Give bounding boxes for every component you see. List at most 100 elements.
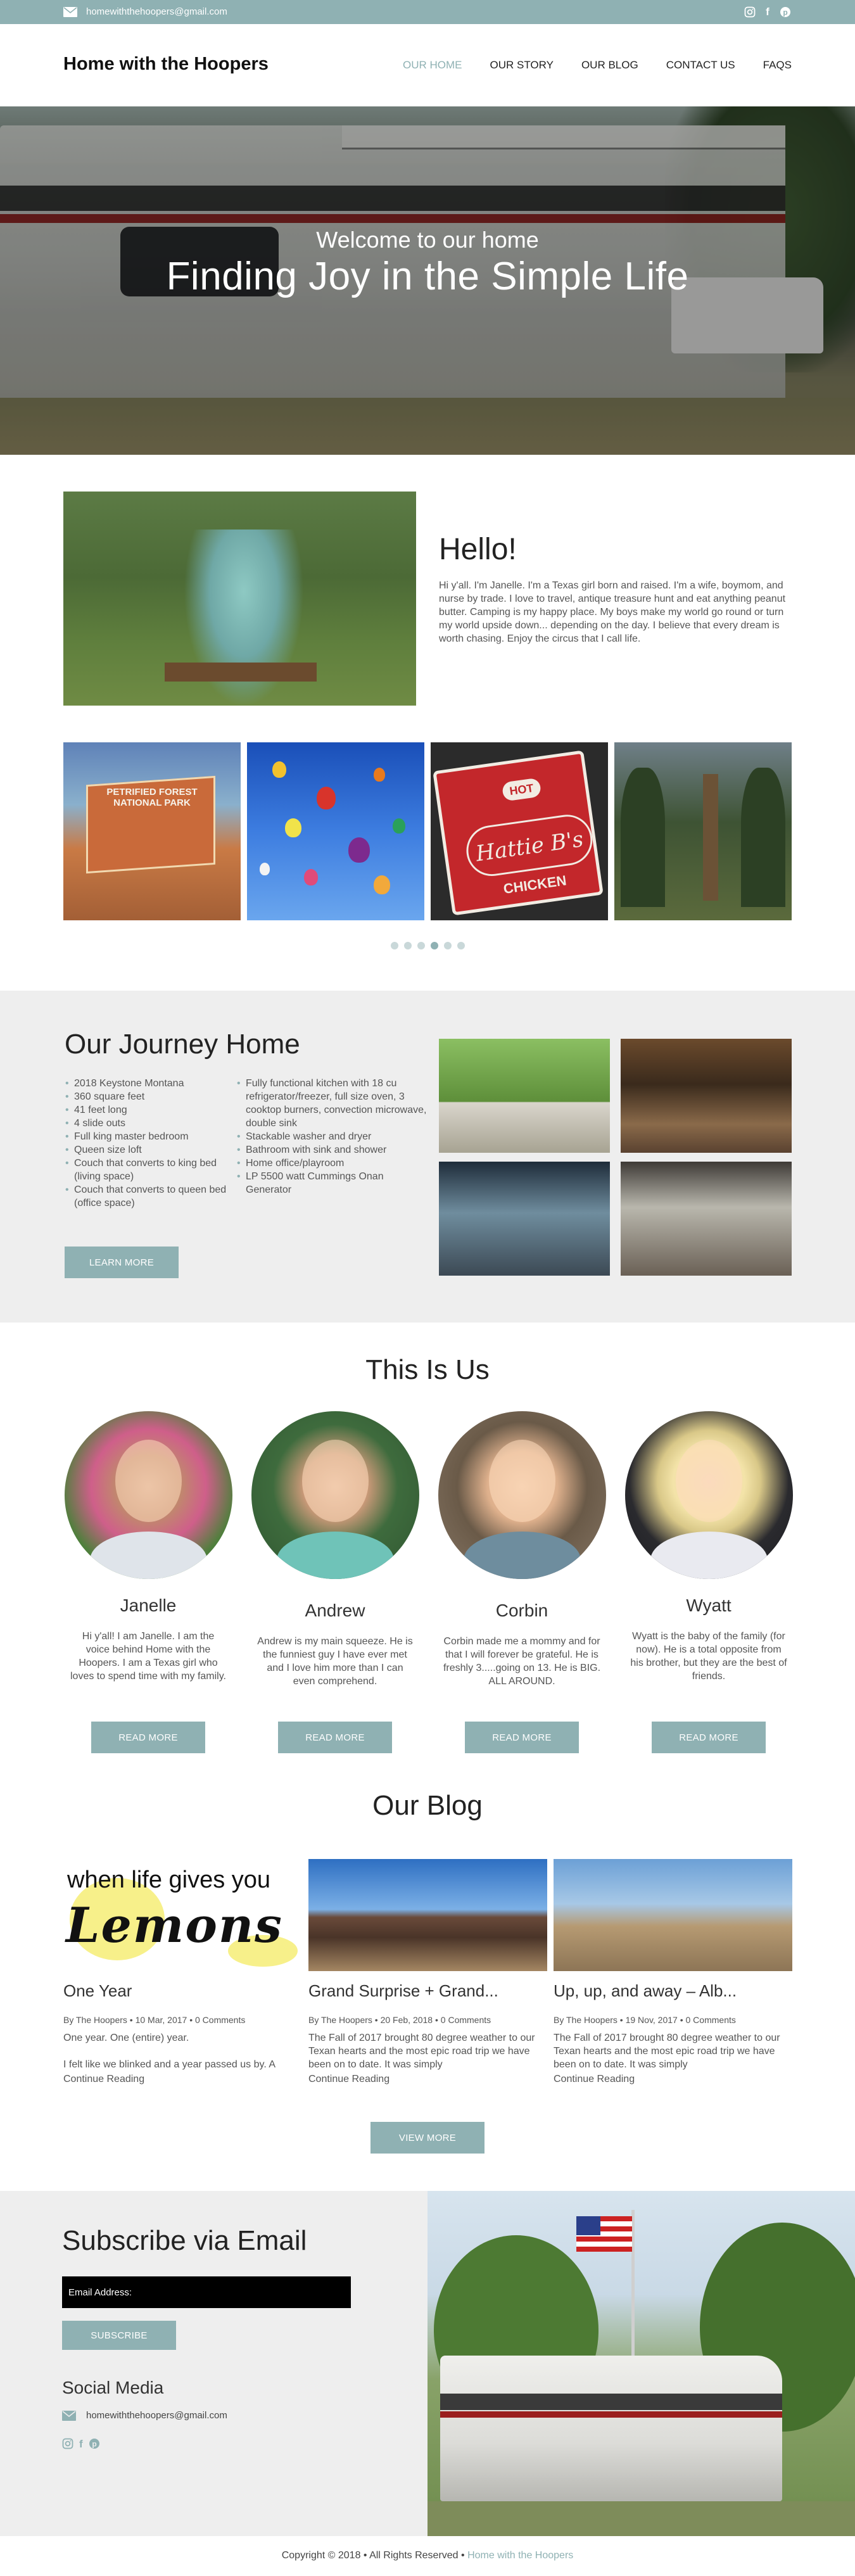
- list-item: Full king master bedroom: [65, 1130, 230, 1143]
- member-card-janelle: Janelle Hi y'all! I am Janelle. I am the…: [63, 1411, 234, 1753]
- hero-subtitle: Welcome to our home: [316, 227, 539, 253]
- rv-exterior-photo[interactable]: [439, 1039, 610, 1153]
- facebook-icon[interactable]: f: [79, 2438, 83, 2452]
- nav-our-story[interactable]: OUR STORY: [490, 59, 554, 72]
- carousel-dot[interactable]: [457, 942, 465, 949]
- top-social: f p: [744, 6, 792, 18]
- family-photo: [63, 492, 416, 706]
- member-bio: Wyatt is the baby of the family (for now…: [630, 1631, 787, 1682]
- member-name: Andrew: [305, 1601, 365, 1620]
- blog-post-meta: By The Hoopers • 10 Mar, 2017 • 0 Commen…: [63, 2015, 246, 2025]
- this-is-us-title: This Is Us: [365, 1354, 490, 1385]
- balloon: [374, 768, 385, 782]
- sign-name-text: Hattie B's: [463, 811, 596, 880]
- carousel-slide-hattie-bs[interactable]: HOT Hattie B's CHICKEN: [431, 742, 608, 920]
- balloon: [317, 787, 336, 809]
- blog-thumb-balloon-fiesta[interactable]: [554, 1859, 792, 1971]
- blog-post-excerpt: The Fall of 2017 brought 80 degree weath…: [308, 2033, 535, 2070]
- sign-hot-text: HOT: [501, 777, 542, 802]
- photo-carousel[interactable]: PETRIFIED FOREST NATIONAL PARK HOT Hatti…: [63, 742, 792, 920]
- footer-copyright: Copyright © 2018 • All Rights Reserved •: [281, 2550, 468, 2561]
- continue-reading-link[interactable]: Continue Reading: [63, 2074, 302, 2085]
- nav-contact-us[interactable]: CONTACT US: [666, 59, 735, 72]
- balloon: [260, 863, 270, 875]
- rv-trailer: [440, 2356, 782, 2501]
- carousel-dot[interactable]: [390, 942, 398, 949]
- blog-post-title[interactable]: One Year: [63, 1981, 302, 2001]
- hello-title: Hello!: [439, 533, 517, 566]
- carousel-slide-forest-tower[interactable]: [614, 742, 792, 920]
- rv-living-room-photo[interactable]: [439, 1162, 610, 1276]
- read-more-button-janelle[interactable]: READ MORE: [91, 1722, 205, 1753]
- learn-more-button[interactable]: LEARN MORE: [65, 1247, 179, 1278]
- blog-post-meta: By The Hoopers • 20 Feb, 2018 • 0 Commen…: [308, 2015, 491, 2025]
- rv-interior-photo[interactable]: [621, 1162, 792, 1276]
- social-icons: f p: [62, 2438, 100, 2452]
- journey-features-list-1: 2018 Keystone Montana 360 square feet 41…: [65, 1077, 230, 1210]
- view-more-button[interactable]: VIEW MORE: [370, 2122, 484, 2154]
- pine-tree: [621, 768, 665, 907]
- shirt: [650, 1532, 768, 1579]
- blog-thumb-mountain[interactable]: [308, 1859, 547, 1971]
- carousel-dot[interactable]: [403, 942, 412, 949]
- read-more-button-wyatt[interactable]: READ MORE: [652, 1722, 766, 1753]
- list-item: Couch that converts to queen bed (office…: [65, 1183, 230, 1210]
- member-bio: Andrew is my main squeeze. He is the fun…: [257, 1636, 413, 1687]
- balloon: [285, 818, 301, 837]
- member-name: Corbin: [495, 1601, 548, 1620]
- continue-reading-link[interactable]: Continue Reading: [554, 2074, 792, 2085]
- site-brand[interactable]: Home with the Hoopers: [63, 54, 269, 75]
- instagram-icon[interactable]: [62, 2438, 73, 2452]
- list-item: 41 feet long: [65, 1103, 230, 1117]
- list-item: 360 square feet: [65, 1090, 230, 1103]
- hattie-bs-sign: HOT Hattie B's CHICKEN: [433, 750, 604, 916]
- member-name: Janelle: [120, 1596, 177, 1615]
- main-nav: OUR HOME OUR STORY OUR BLOG CONTACT US F…: [403, 59, 792, 72]
- blog-post-excerpt: The Fall of 2017 brought 80 degree weath…: [554, 2033, 780, 2070]
- continue-reading-link[interactable]: Continue Reading: [308, 2074, 547, 2085]
- carousel-dot[interactable]: [443, 942, 452, 949]
- member-name: Wyatt: [686, 1596, 732, 1615]
- carousel-slide-balloons[interactable]: [247, 742, 424, 920]
- email-input[interactable]: [62, 2276, 351, 2308]
- top-email[interactable]: homewiththehoopers@gmail.com: [63, 6, 227, 17]
- rv-kitchen-photo[interactable]: [621, 1039, 792, 1153]
- carousel-dot-active[interactable]: [430, 942, 438, 949]
- face: [115, 1440, 182, 1522]
- footer-home-link[interactable]: Home with the Hoopers: [467, 2550, 573, 2561]
- lookout-tower: [703, 774, 718, 901]
- member-bio: Corbin made me a mommy and for that I wi…: [443, 1636, 601, 1687]
- pinterest-icon[interactable]: p: [89, 2438, 100, 2452]
- shirt: [89, 1532, 207, 1579]
- blog-post-title[interactable]: Grand Surprise + Grand...: [308, 1981, 547, 2001]
- nav-our-blog[interactable]: OUR BLOG: [581, 59, 638, 72]
- carousel-slide-petrified-forest[interactable]: PETRIFIED FOREST NATIONAL PARK: [63, 742, 241, 920]
- top-email-text: homewiththehoopers@gmail.com: [86, 6, 227, 17]
- contact-email[interactable]: homewiththehoopers@gmail.com: [62, 2410, 227, 2421]
- facebook-icon[interactable]: f: [761, 6, 774, 18]
- nav-faqs[interactable]: FAQS: [763, 59, 792, 72]
- read-more-button-andrew[interactable]: READ MORE: [278, 1722, 392, 1753]
- subscribe-section: Subscribe via Email SUBSCRIBE Social Med…: [0, 2191, 428, 2536]
- balloon: [374, 875, 390, 894]
- ground: [428, 2501, 855, 2536]
- nav-our-home[interactable]: OUR HOME: [403, 59, 462, 72]
- list-item: 2018 Keystone Montana: [65, 1077, 230, 1090]
- svg-text:p: p: [783, 8, 787, 17]
- svg-text:p: p: [92, 2440, 96, 2449]
- instagram-icon[interactable]: [744, 6, 756, 18]
- blog-post-title[interactable]: Up, up, and away – Alb...: [554, 1981, 792, 2001]
- balloon: [348, 837, 370, 863]
- read-more-button-corbin[interactable]: READ MORE: [465, 1722, 579, 1753]
- site-footer: Copyright © 2018 • All Rights Reserved •…: [0, 2536, 855, 2576]
- blog-thumb-lemons[interactable]: when life gives you Lemons: [63, 1859, 302, 1971]
- list-item: Fully functional kitchen with 18 cu refr…: [237, 1077, 427, 1130]
- park-sign-text: PETRIFIED FOREST NATIONAL PARK: [106, 787, 198, 808]
- carousel-dot[interactable]: [417, 942, 425, 949]
- member-card-corbin: Corbin Corbin made me a mommy and for th…: [436, 1411, 607, 1753]
- pinterest-icon[interactable]: p: [779, 6, 792, 18]
- subscribe-button[interactable]: SUBSCRIBE: [62, 2321, 176, 2350]
- subscribe-title: Subscribe via Email: [62, 2225, 307, 2256]
- balloon: [393, 818, 405, 834]
- pine-tree: [741, 768, 785, 907]
